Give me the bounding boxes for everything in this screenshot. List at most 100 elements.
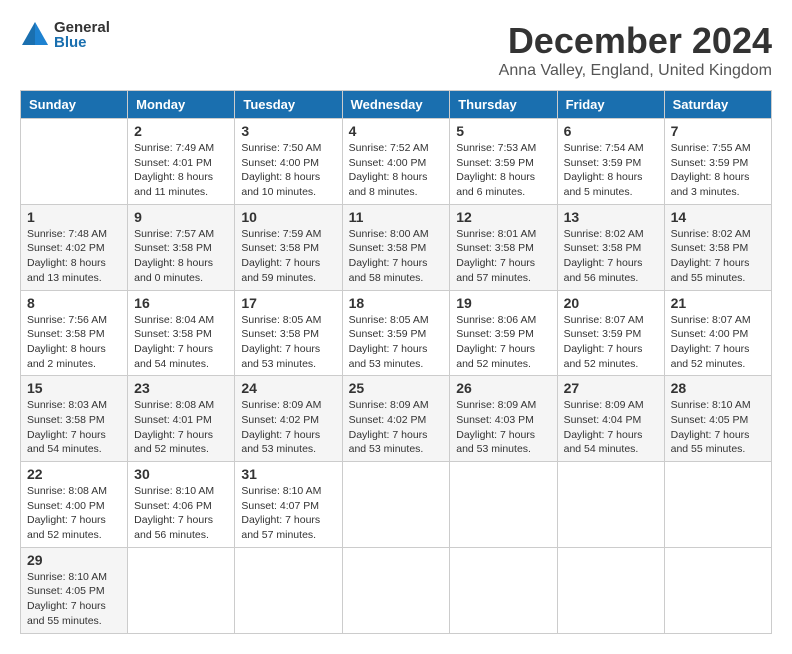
calendar-cell: 26 Sunrise: 8:09 AMSunset: 4:03 PMDayligh… xyxy=(450,376,557,462)
day-info: Sunrise: 7:56 AMSunset: 3:58 PMDaylight:… xyxy=(27,314,107,370)
calendar-cell: 30 Sunrise: 8:10 AMSunset: 4:06 PMDayligh… xyxy=(128,462,235,548)
col-saturday: Saturday xyxy=(664,91,771,119)
location-title: Anna Valley, England, United Kingdom xyxy=(499,62,772,80)
calendar-cell: 4 Sunrise: 7:52 AMSunset: 4:00 PMDaylight… xyxy=(342,119,450,205)
day-number: 7 xyxy=(671,123,765,139)
day-number: 28 xyxy=(671,380,765,396)
calendar-cell: 17 Sunrise: 8:05 AMSunset: 3:58 PMDayligh… xyxy=(235,290,342,376)
day-info: Sunrise: 8:06 AMSunset: 3:59 PMDaylight:… xyxy=(456,314,536,370)
day-number: 21 xyxy=(671,295,765,311)
day-info: Sunrise: 8:09 AMSunset: 4:04 PMDaylight:… xyxy=(564,399,644,455)
day-info: Sunrise: 8:08 AMSunset: 4:00 PMDaylight:… xyxy=(27,485,107,541)
day-number: 18 xyxy=(349,295,444,311)
calendar-cell xyxy=(664,547,771,633)
day-info: Sunrise: 8:10 AMSunset: 4:06 PMDaylight:… xyxy=(134,485,214,541)
day-info: Sunrise: 7:48 AMSunset: 4:02 PMDaylight:… xyxy=(27,228,107,284)
day-info: Sunrise: 8:02 AMSunset: 3:58 PMDaylight:… xyxy=(671,228,751,284)
day-info: Sunrise: 8:10 AMSunset: 4:05 PMDaylight:… xyxy=(671,399,751,455)
day-info: Sunrise: 8:10 AMSunset: 4:07 PMDaylight:… xyxy=(241,485,321,541)
day-number: 14 xyxy=(671,209,765,225)
day-number: 4 xyxy=(349,123,444,139)
title-area: December 2024 Anna Valley, England, Unit… xyxy=(499,20,772,80)
day-info: Sunrise: 7:59 AMSunset: 3:58 PMDaylight:… xyxy=(241,228,321,284)
day-number: 2 xyxy=(134,123,228,139)
calendar-header-row: Sunday Monday Tuesday Wednesday Thursday… xyxy=(21,91,772,119)
col-monday: Monday xyxy=(128,91,235,119)
calendar-cell: 16Sunrise: 8:04 AMSunset: 3:58 PMDayligh… xyxy=(128,290,235,376)
page-container: General Blue December 2024 Anna Valley, … xyxy=(20,20,772,634)
logo-text: General Blue xyxy=(54,20,110,50)
day-number: 22 xyxy=(27,466,121,482)
day-info: Sunrise: 7:52 AMSunset: 4:00 PMDaylight:… xyxy=(349,142,429,198)
calendar-cell: 31 Sunrise: 8:10 AMSunset: 4:07 PMDayligh… xyxy=(235,462,342,548)
day-number: 13 xyxy=(564,209,658,225)
day-number: 8 xyxy=(27,295,121,311)
calendar-cell: 13 Sunrise: 8:02 AMSunset: 3:58 PMDayligh… xyxy=(557,204,664,290)
calendar-cell xyxy=(128,547,235,633)
day-number: 31 xyxy=(241,466,335,482)
calendar-cell: 21Sunrise: 8:07 AMSunset: 4:00 PMDayligh… xyxy=(664,290,771,376)
calendar-cell: 29Sunrise: 8:10 AMSunset: 4:05 PMDayligh… xyxy=(21,547,128,633)
day-number: 24 xyxy=(241,380,335,396)
calendar-cell: 28 Sunrise: 8:10 AMSunset: 4:05 PMDayligh… xyxy=(664,376,771,462)
day-info: Sunrise: 8:02 AMSunset: 3:58 PMDaylight:… xyxy=(564,228,644,284)
calendar-cell: 24 Sunrise: 8:09 AMSunset: 4:02 PMDayligh… xyxy=(235,376,342,462)
day-number: 9 xyxy=(134,209,228,225)
logo-blue: Blue xyxy=(54,35,110,50)
calendar-cell: 2 Sunrise: 7:49 AMSunset: 4:01 PMDaylight… xyxy=(128,119,235,205)
day-info: Sunrise: 7:57 AMSunset: 3:58 PMDaylight:… xyxy=(134,228,214,284)
calendar-cell: 3Sunrise: 7:50 AMSunset: 4:00 PMDaylight… xyxy=(235,119,342,205)
day-info: Sunrise: 7:55 AMSunset: 3:59 PMDaylight:… xyxy=(671,142,751,198)
calendar-cell: 15Sunrise: 8:03 AMSunset: 3:58 PMDayligh… xyxy=(21,376,128,462)
calendar-week-row: 15Sunrise: 8:03 AMSunset: 3:58 PMDayligh… xyxy=(21,376,772,462)
header: General Blue December 2024 Anna Valley, … xyxy=(20,20,772,80)
day-number: 10 xyxy=(241,209,335,225)
calendar-cell: 11Sunrise: 8:00 AMSunset: 3:58 PMDayligh… xyxy=(342,204,450,290)
calendar-cell xyxy=(450,462,557,548)
day-number: 29 xyxy=(27,552,121,568)
day-number: 30 xyxy=(134,466,228,482)
calendar-cell: 19Sunrise: 8:06 AMSunset: 3:59 PMDayligh… xyxy=(450,290,557,376)
day-info: Sunrise: 8:08 AMSunset: 4:01 PMDaylight:… xyxy=(134,399,214,455)
day-number: 26 xyxy=(456,380,550,396)
day-info: Sunrise: 8:01 AMSunset: 3:58 PMDaylight:… xyxy=(456,228,536,284)
logo-general: General xyxy=(54,20,110,35)
calendar-week-row: 2 Sunrise: 7:49 AMSunset: 4:01 PMDaylight… xyxy=(21,119,772,205)
col-wednesday: Wednesday xyxy=(342,91,450,119)
calendar-cell xyxy=(664,462,771,548)
calendar-cell: 8 Sunrise: 7:56 AMSunset: 3:58 PMDaylight… xyxy=(21,290,128,376)
day-number: 5 xyxy=(456,123,550,139)
col-tuesday: Tuesday xyxy=(235,91,342,119)
day-number: 23 xyxy=(134,380,228,396)
day-info: Sunrise: 7:53 AMSunset: 3:59 PMDaylight:… xyxy=(456,142,536,198)
day-number: 17 xyxy=(241,295,335,311)
day-number: 3 xyxy=(241,123,335,139)
day-info: Sunrise: 8:07 AMSunset: 3:59 PMDaylight:… xyxy=(564,314,644,370)
calendar-cell: 12 Sunrise: 8:01 AMSunset: 3:58 PMDayligh… xyxy=(450,204,557,290)
calendar-cell: 1 Sunrise: 7:48 AMSunset: 4:02 PMDaylight… xyxy=(21,204,128,290)
day-info: Sunrise: 8:09 AMSunset: 4:02 PMDaylight:… xyxy=(241,399,321,455)
day-number: 1 xyxy=(27,209,121,225)
calendar-cell: 5 Sunrise: 7:53 AMSunset: 3:59 PMDaylight… xyxy=(450,119,557,205)
calendar-table: Sunday Monday Tuesday Wednesday Thursday… xyxy=(20,90,772,634)
day-number: 6 xyxy=(564,123,658,139)
calendar-week-row: 8 Sunrise: 7:56 AMSunset: 3:58 PMDaylight… xyxy=(21,290,772,376)
calendar-cell xyxy=(342,547,450,633)
calendar-cell: 7 Sunrise: 7:55 AMSunset: 3:59 PMDaylight… xyxy=(664,119,771,205)
day-number: 20 xyxy=(564,295,658,311)
day-info: Sunrise: 8:05 AMSunset: 3:58 PMDaylight:… xyxy=(241,314,321,370)
calendar-week-row: 22 Sunrise: 8:08 AMSunset: 4:00 PMDayligh… xyxy=(21,462,772,548)
calendar-cell: 18Sunrise: 8:05 AMSunset: 3:59 PMDayligh… xyxy=(342,290,450,376)
day-number: 16 xyxy=(134,295,228,311)
day-number: 25 xyxy=(349,380,444,396)
calendar-cell xyxy=(450,547,557,633)
calendar-cell: 9 Sunrise: 7:57 AMSunset: 3:58 PMDaylight… xyxy=(128,204,235,290)
day-number: 27 xyxy=(564,380,658,396)
calendar-week-row: 29Sunrise: 8:10 AMSunset: 4:05 PMDayligh… xyxy=(21,547,772,633)
calendar-cell: 27 Sunrise: 8:09 AMSunset: 4:04 PMDayligh… xyxy=(557,376,664,462)
calendar-cell: 25 Sunrise: 8:09 AMSunset: 4:02 PMDayligh… xyxy=(342,376,450,462)
day-info: Sunrise: 8:09 AMSunset: 4:02 PMDaylight:… xyxy=(349,399,429,455)
day-number: 12 xyxy=(456,209,550,225)
day-info: Sunrise: 7:49 AMSunset: 4:01 PMDaylight:… xyxy=(134,142,214,198)
day-info: Sunrise: 8:09 AMSunset: 4:03 PMDaylight:… xyxy=(456,399,536,455)
